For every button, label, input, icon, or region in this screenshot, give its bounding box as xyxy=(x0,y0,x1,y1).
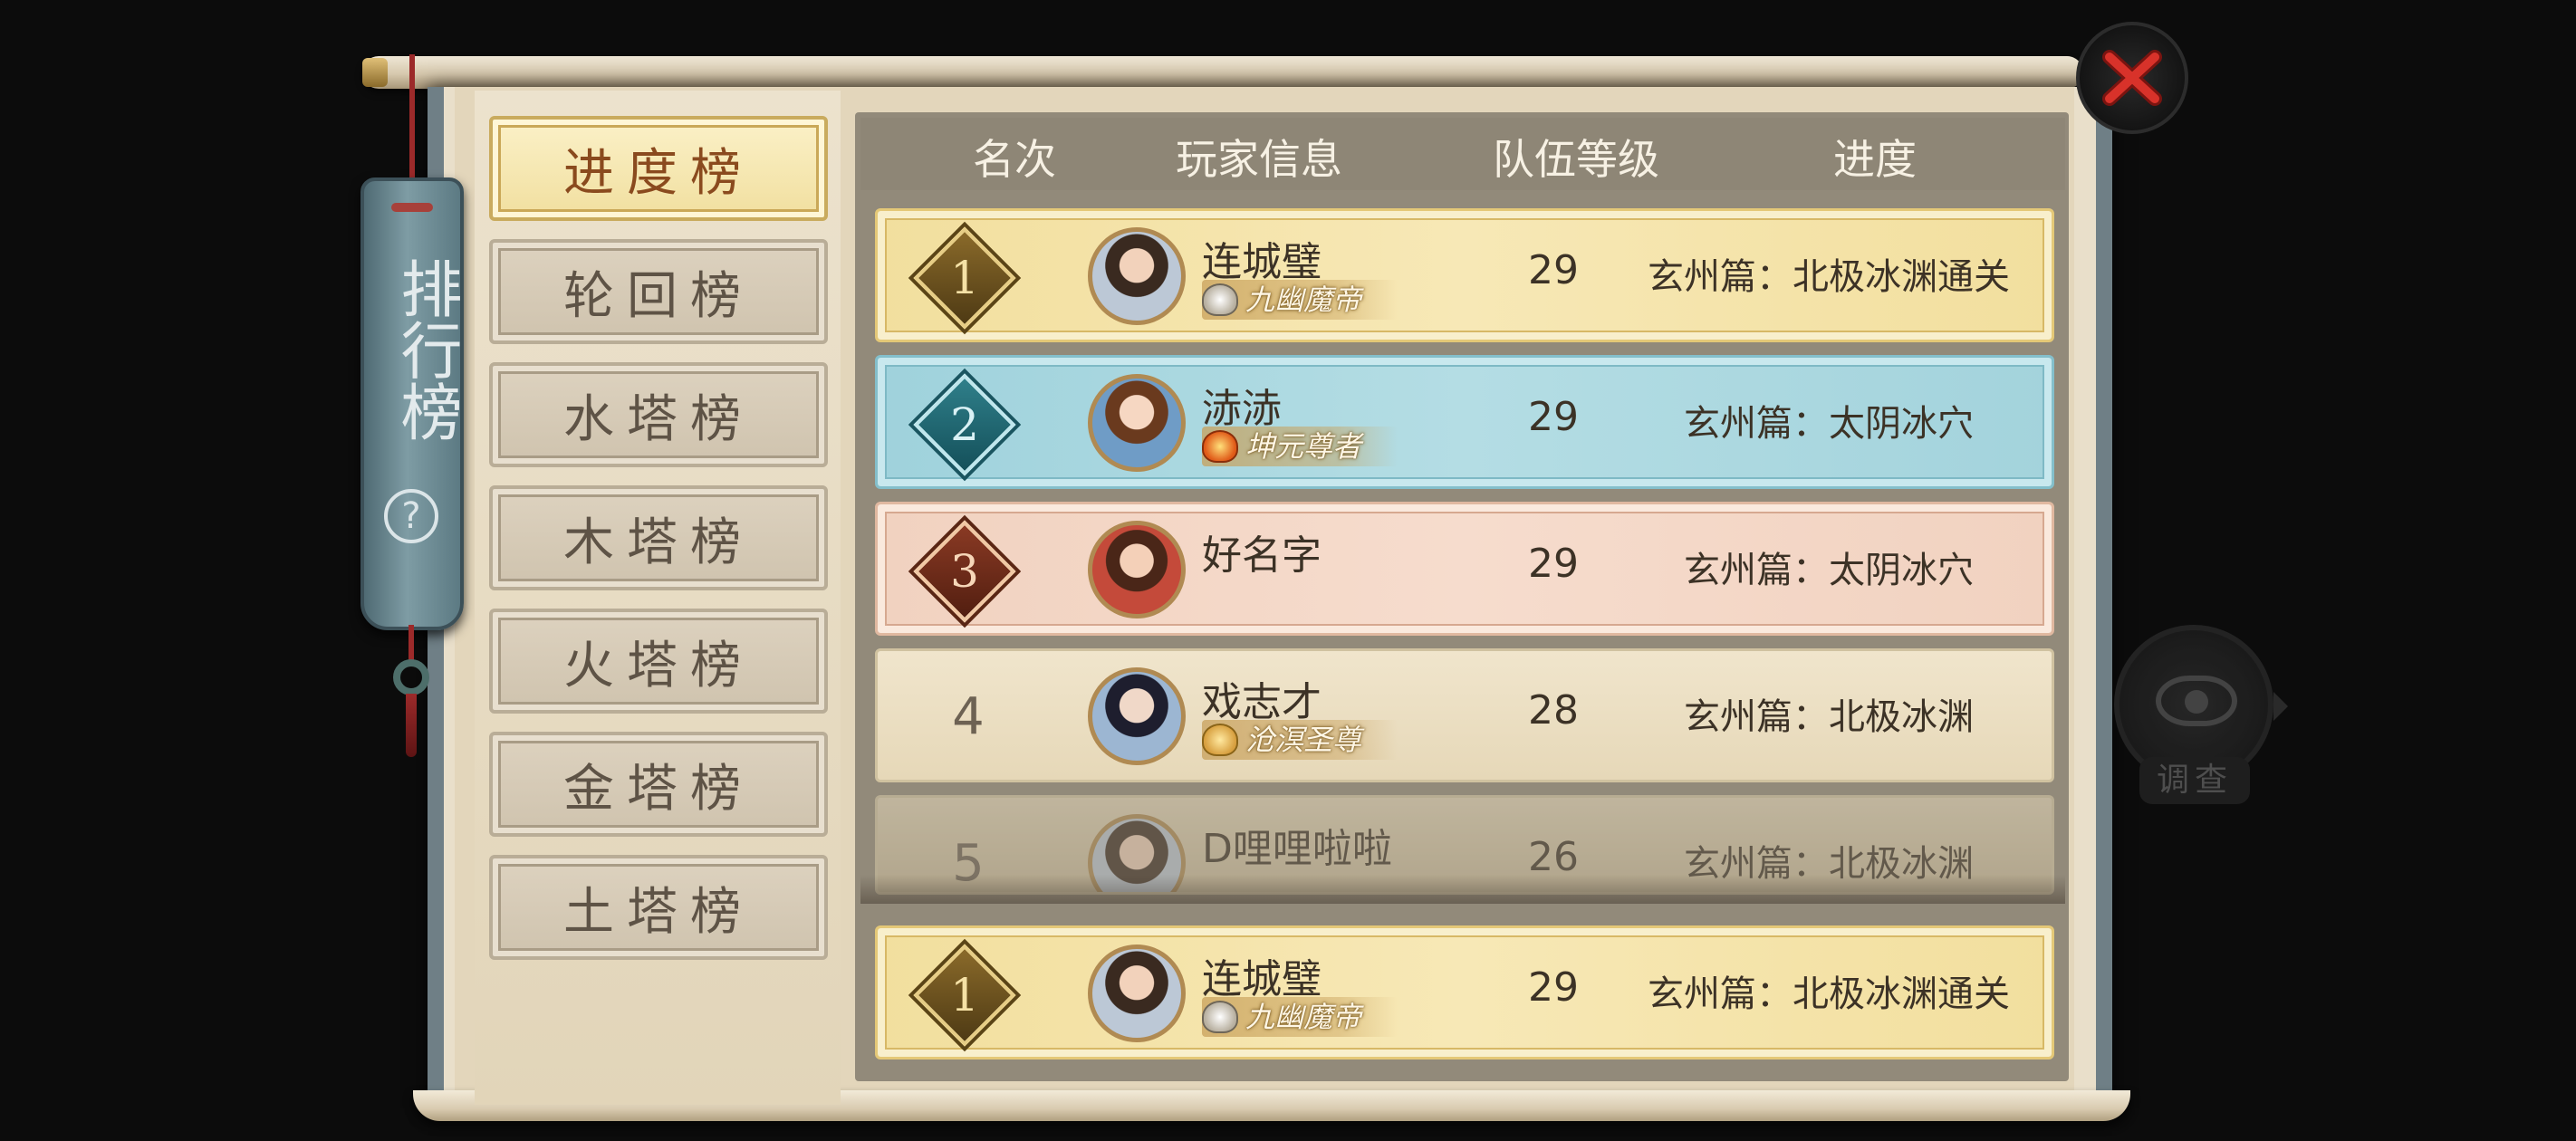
avatar[interactable] xyxy=(1088,227,1186,325)
player-title-banner: 九幽魔帝 xyxy=(1202,997,1399,1037)
column-rank: 名次 xyxy=(973,135,1056,184)
player-name: D哩哩啦啦 xyxy=(1202,826,1392,872)
column-progress: 进度 xyxy=(1833,135,1917,184)
flame-title-icon xyxy=(1202,430,1238,463)
rank-number: 4 xyxy=(952,687,985,746)
tassel-cord xyxy=(409,625,414,663)
quill-title-icon xyxy=(1202,724,1238,756)
player-title: 沧溟圣尊 xyxy=(1245,723,1362,757)
player-title: 九幽魔帝 xyxy=(1245,283,1362,317)
player-title-banner: 坤元尊者 xyxy=(1202,427,1399,466)
player-title: 坤元尊者 xyxy=(1245,429,1362,464)
tab-wood-tower[interactable]: 木塔榜 xyxy=(489,485,828,590)
team-level: 29 xyxy=(1528,394,1579,440)
progress-text: 玄州篇：太阴冰穴 xyxy=(1684,403,1974,445)
player-title-banner: 九幽魔帝 xyxy=(1202,280,1399,320)
table-header: 名次 玩家信息 队伍等级 进度 xyxy=(860,118,2065,190)
skull-title-icon xyxy=(1202,1001,1238,1033)
player-name: 连城璧 xyxy=(1202,956,1322,1002)
team-level: 28 xyxy=(1528,687,1579,734)
progress-text: 玄州篇：太阴冰穴 xyxy=(1684,550,1974,591)
page-title: 排行榜 xyxy=(389,257,461,442)
list-fade xyxy=(860,875,2065,906)
rank-number: 1 xyxy=(950,969,979,1021)
tab-fire-tower[interactable]: 火塔榜 xyxy=(489,609,828,714)
team-level: 29 xyxy=(1528,964,1579,1011)
leaderboard-title-tag: 排行榜 ? xyxy=(360,177,464,630)
avatar[interactable] xyxy=(1088,521,1186,618)
scroll-top-rod xyxy=(362,56,2083,89)
team-level: 26 xyxy=(1528,834,1579,880)
avatar[interactable] xyxy=(1088,374,1186,472)
tab-progress[interactable]: 进度榜 xyxy=(489,116,828,221)
table-row[interactable]: 3 好名字 29 玄州篇：太阴冰穴 xyxy=(875,502,2054,636)
tassel xyxy=(406,694,417,757)
help-icon[interactable]: ? xyxy=(384,489,438,543)
my-rank-row[interactable]: 1 连城璧 九幽魔帝 29 玄州篇：北极冰渊通关 xyxy=(875,925,2054,1060)
tab-earth-tower[interactable]: 土塔榜 xyxy=(489,855,828,960)
team-level: 29 xyxy=(1528,541,1579,587)
player-name: 连城璧 xyxy=(1202,239,1322,285)
team-level: 29 xyxy=(1528,247,1579,293)
tag-string xyxy=(409,54,415,190)
player-name: 戏志才 xyxy=(1202,679,1322,725)
table-row[interactable]: 1 连城璧 九幽魔帝 29 玄州篇：北极冰渊通关 xyxy=(875,208,2054,342)
column-team-level: 队伍等级 xyxy=(1493,135,1659,184)
progress-text: 玄州篇：北极冰渊 xyxy=(1684,696,1974,738)
close-button[interactable] xyxy=(2076,22,2188,134)
investigate-label[interactable]: 调查 xyxy=(2139,757,2250,804)
avatar[interactable] xyxy=(1088,667,1186,765)
player-title: 九幽魔帝 xyxy=(1245,1000,1362,1034)
eye-icon xyxy=(2156,676,2237,726)
scroll-rod-cap xyxy=(362,58,388,87)
avatar[interactable] xyxy=(1088,944,1186,1042)
rank-number: 1 xyxy=(950,252,979,304)
table-row[interactable]: 4 戏志才 沧溟圣尊 28 玄州篇：北极冰渊 xyxy=(875,648,2054,782)
player-title-banner: 沧溟圣尊 xyxy=(1202,720,1399,760)
tab-water-tower[interactable]: 水塔榜 xyxy=(489,362,828,467)
skull-title-icon xyxy=(1202,283,1238,316)
jade-ring-ornament xyxy=(393,659,429,695)
player-name: 浾浾 xyxy=(1202,386,1282,432)
progress-text: 玄州篇：北极冰渊通关 xyxy=(1648,973,2010,1015)
tab-metal-tower[interactable]: 金塔榜 xyxy=(489,732,828,837)
rank-number: 2 xyxy=(950,398,979,451)
table-row[interactable]: 2 浾浾 坤元尊者 29 玄州篇：太阴冰穴 xyxy=(875,355,2054,489)
progress-text: 玄州篇：北极冰渊通关 xyxy=(1648,256,2010,298)
tab-reincarnation[interactable]: 轮回榜 xyxy=(489,239,828,344)
arrow-right-icon xyxy=(2273,692,2288,721)
rank-number: 3 xyxy=(950,545,979,598)
player-name: 好名字 xyxy=(1202,532,1322,579)
column-player-info: 玩家信息 xyxy=(1176,135,1342,184)
close-icon xyxy=(2102,50,2162,106)
